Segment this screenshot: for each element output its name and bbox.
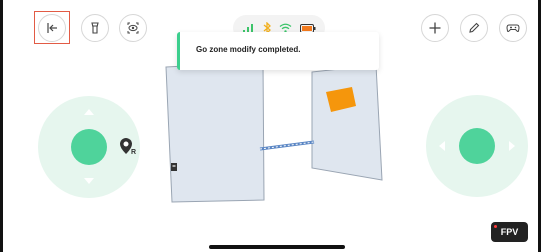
- movement-joystick-knob[interactable]: [71, 129, 107, 165]
- exit-button[interactable]: [38, 14, 66, 42]
- gamepad-icon: [506, 24, 520, 32]
- camera-joystick[interactable]: [426, 95, 528, 197]
- flashlight-icon: [91, 22, 99, 34]
- robot-location-icon: R: [120, 138, 136, 156]
- arrow-right-icon: [509, 141, 515, 151]
- home-indicator[interactable]: [209, 245, 345, 249]
- plus-icon: [429, 22, 441, 34]
- camera-joystick-knob[interactable]: [459, 128, 495, 164]
- map-canvas[interactable]: [160, 50, 400, 210]
- toast-message: Go zone modify completed.: [196, 45, 301, 54]
- fpv-button[interactable]: FPV: [491, 222, 528, 242]
- camera-view-button[interactable]: [119, 14, 147, 42]
- edit-button[interactable]: [460, 14, 488, 42]
- room-left: [165, 61, 265, 203]
- pencil-icon: [469, 22, 480, 33]
- robot-control-screen: R Go zone modify completed. FPV: [0, 0, 541, 252]
- screen-bezel-left: [0, 0, 3, 252]
- svg-text:R: R: [131, 149, 136, 156]
- gamepad-button[interactable]: [499, 14, 527, 42]
- fpv-label: FPV: [500, 227, 519, 237]
- exit-icon: [47, 23, 57, 33]
- camera-view-icon: [127, 22, 139, 34]
- room-right: [311, 64, 383, 181]
- arrow-left-icon: [439, 141, 445, 151]
- arrow-down-icon: [84, 178, 94, 184]
- recording-dot-icon: [494, 225, 497, 228]
- toast-notification: Go zone modify completed.: [177, 32, 379, 70]
- flashlight-button[interactable]: [81, 14, 109, 42]
- add-button[interactable]: [421, 14, 449, 42]
- arrow-up-icon: [84, 109, 94, 115]
